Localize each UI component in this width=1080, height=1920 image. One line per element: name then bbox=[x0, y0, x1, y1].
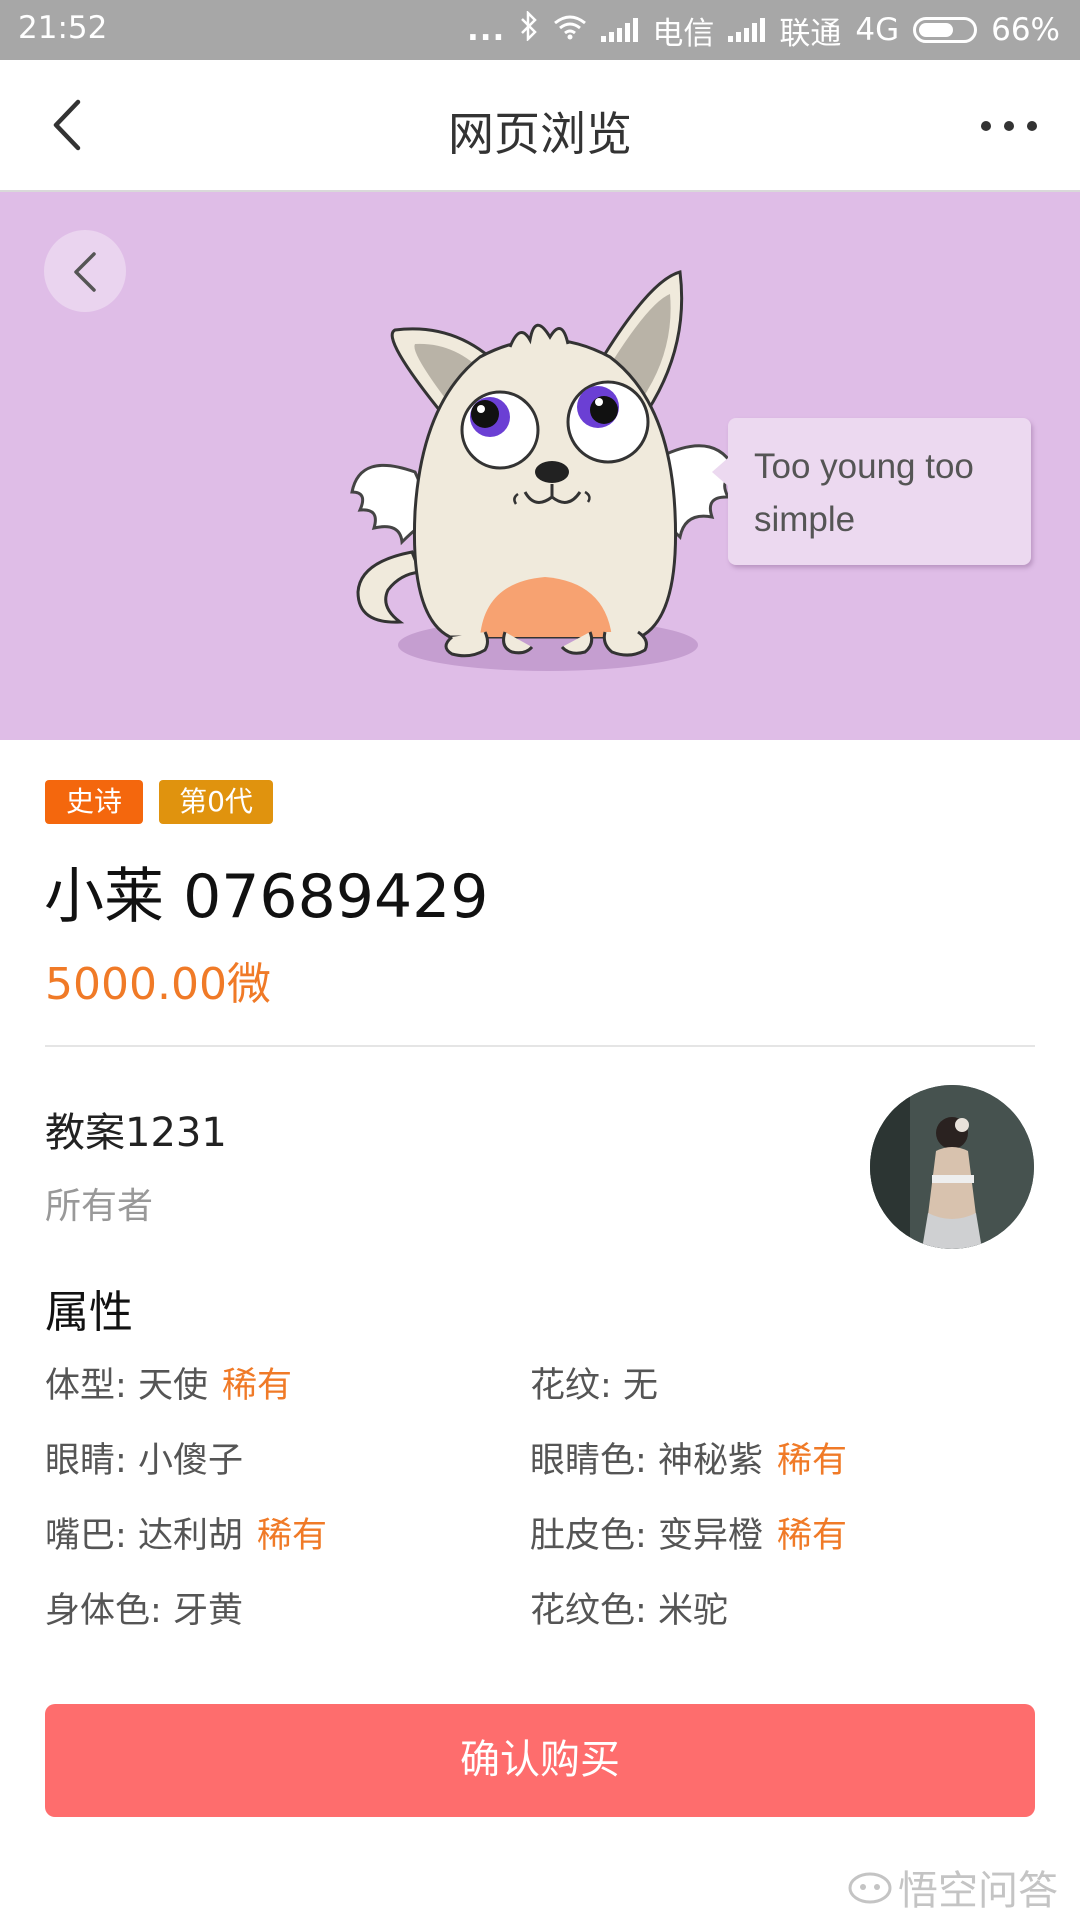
attribute-mouth: 嘴巴: 达利胡 稀有 bbox=[45, 1516, 327, 1556]
wifi-icon bbox=[553, 12, 587, 48]
cat-illustration bbox=[350, 270, 740, 671]
rare-badge: 稀有 bbox=[256, 1516, 327, 1556]
bluetooth-icon bbox=[519, 9, 539, 49]
speech-bubble: Too young too simple bbox=[712, 418, 1031, 565]
signal-icon bbox=[728, 18, 766, 42]
wukong-logo-icon bbox=[848, 1872, 892, 1904]
attribute-belly-color: 肚皮色: 变异橙 稀有 bbox=[530, 1516, 847, 1556]
battery-percent: 66% bbox=[991, 12, 1060, 48]
hero-back-button[interactable] bbox=[44, 230, 126, 312]
attribute-eyes: 眼睛: 小傻子 bbox=[45, 1441, 243, 1481]
divider bbox=[45, 1045, 1035, 1047]
battery-icon bbox=[913, 17, 978, 43]
network-type: 4G bbox=[855, 12, 900, 48]
chevron-left-icon bbox=[74, 252, 96, 292]
attribute-body-type: 体型: 天使 稀有 bbox=[45, 1366, 292, 1406]
status-icons: ... 电信 联通 4G 66% bbox=[467, 8, 1060, 52]
status-time: 21:52 bbox=[18, 10, 108, 46]
tag-generation: 第0代 bbox=[159, 780, 273, 824]
notification-dots-icon: ... bbox=[467, 12, 506, 48]
attribute-pattern: 花纹: 无 bbox=[530, 1366, 658, 1406]
confirm-purchase-button[interactable]: 确认购买 bbox=[45, 1704, 1035, 1817]
nav-bar: 网页浏览 bbox=[0, 60, 1080, 192]
attribute-pattern-color: 花纹色: 米驼 bbox=[530, 1591, 728, 1631]
attributes-title: 属性 bbox=[45, 1287, 133, 1338]
watermark: 悟空问答 bbox=[848, 1858, 1058, 1916]
more-horizontal-icon bbox=[981, 121, 1037, 131]
owner-label: 所有者 bbox=[45, 1186, 154, 1227]
rare-badge: 稀有 bbox=[221, 1366, 292, 1406]
hero-banner: Too young too simple bbox=[0, 192, 1080, 740]
watermark-text: 悟空问答 bbox=[898, 1868, 1058, 1914]
cat-name: 小莱 07689429 bbox=[44, 862, 489, 932]
owner-name[interactable]: 教案1231 bbox=[45, 1100, 227, 1158]
tag-epic: 史诗 bbox=[45, 780, 143, 824]
signal-icon bbox=[601, 18, 639, 42]
carrier-1: 电信 bbox=[652, 15, 715, 52]
status-bar: 21:52 ... 电信 联通 4G 66% bbox=[0, 0, 1080, 60]
more-button[interactable] bbox=[976, 96, 1046, 156]
rare-badge: 稀有 bbox=[776, 1441, 847, 1481]
carrier-2: 联通 bbox=[779, 15, 842, 52]
owner-avatar[interactable] bbox=[870, 1085, 1034, 1249]
page-title: 网页浏览 bbox=[448, 107, 632, 161]
avatar-photo-icon bbox=[870, 1085, 1034, 1249]
attribute-eye-color: 眼睛色: 神秘紫 稀有 bbox=[530, 1441, 847, 1481]
rare-badge: 稀有 bbox=[776, 1516, 847, 1556]
attribute-body-color: 身体色: 牙黄 bbox=[45, 1591, 243, 1631]
price: 5000.00微 bbox=[45, 959, 271, 1010]
